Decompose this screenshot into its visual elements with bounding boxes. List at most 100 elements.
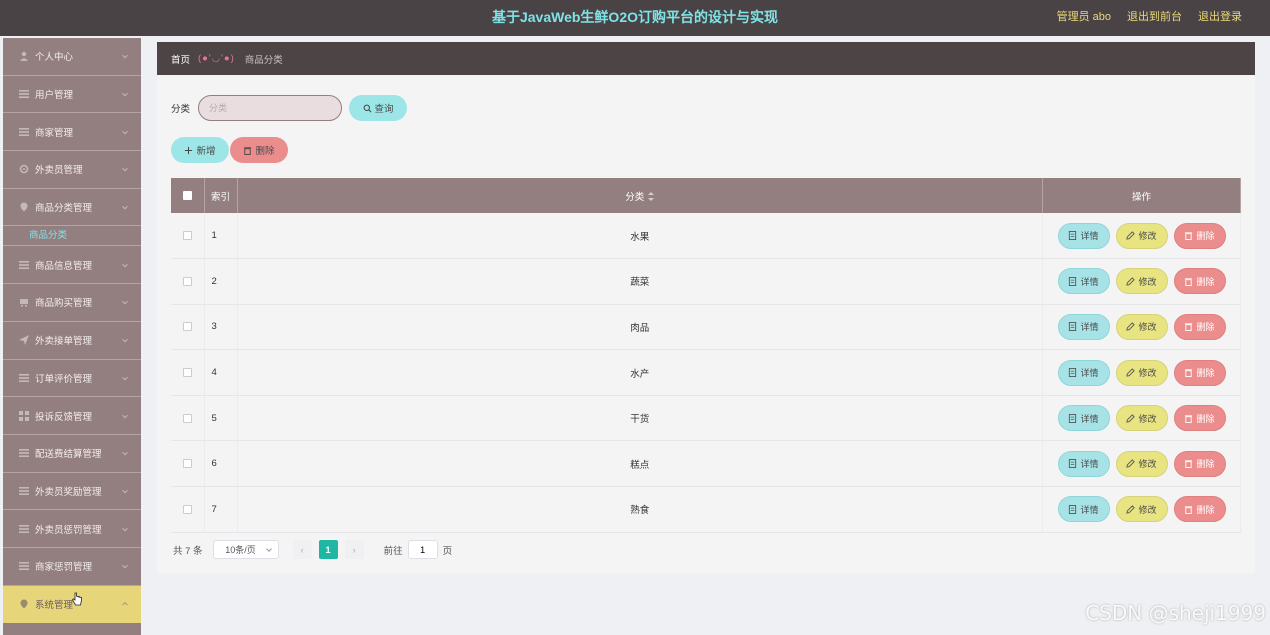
detail-button[interactable]: 详情	[1057, 268, 1110, 295]
page-jump-input[interactable]	[407, 540, 438, 559]
pagination: 共 7 条 10条/页 ‹ 1 › 前往 页	[173, 540, 452, 559]
detail-button[interactable]: 详情	[1057, 496, 1110, 523]
sidebar-item-merchant-management[interactable]: 商家管理	[3, 113, 141, 152]
breadcrumb-home[interactable]: 首页	[171, 52, 190, 66]
prev-page-button[interactable]: ‹	[292, 540, 312, 559]
edit-button-label: 修改	[1138, 368, 1157, 379]
delete-button[interactable]: 删除	[1173, 405, 1226, 432]
row-actions: 详情 修改 删除	[1042, 440, 1241, 488]
detail-button[interactable]: 详情	[1057, 313, 1110, 340]
detail-button[interactable]: 详情	[1057, 405, 1110, 432]
sidebar-item-label: 系统管理	[35, 600, 74, 612]
list-icon	[19, 486, 29, 496]
table-row: 1 水果 详情 修改 删除	[171, 213, 1241, 260]
sidebar-item-user-management[interactable]: 用户管理	[3, 76, 141, 114]
row-actions: 详情 修改 删除	[1042, 395, 1241, 442]
column-header-actions: 操作	[1042, 178, 1241, 213]
delete-button[interactable]: 删除	[1173, 359, 1226, 386]
batch-delete-button-label: 删除	[255, 146, 275, 157]
sidebar-item-label: 商品信息管理	[35, 260, 93, 272]
chevron-down-icon	[122, 203, 128, 210]
batch-delete-button[interactable]: 删除	[230, 137, 288, 163]
add-button[interactable]: 新增	[171, 137, 229, 163]
edit-button[interactable]: 修改	[1115, 405, 1168, 432]
sidebar-item-product-info-management[interactable]: 商品信息管理	[3, 246, 141, 285]
column-header-category[interactable]: 分类	[237, 178, 1043, 213]
chevron-down-icon	[122, 53, 128, 59]
sidebar-item-order-review-management[interactable]: 订单评价管理	[3, 360, 141, 398]
top-bar-actions: 管理员 abo 退出到前台 退出登录	[1057, 0, 1242, 36]
select-all-checkbox[interactable]	[182, 190, 192, 200]
column-header-index: 索引	[204, 178, 238, 213]
detail-button[interactable]: 详情	[1057, 450, 1110, 477]
edit-button[interactable]: 修改	[1115, 496, 1168, 523]
chevron-down-icon	[265, 546, 272, 552]
row-checkbox[interactable]	[182, 413, 192, 423]
query-button-label: 查询	[374, 104, 394, 115]
sidebar-item-courier-reward-management[interactable]: 外卖员奖励管理	[3, 473, 141, 511]
sidebar-item-courier-management[interactable]: 外卖员管理	[3, 151, 141, 189]
row-actions: 详情 修改 删除	[1042, 258, 1241, 305]
list-icon	[19, 561, 29, 571]
table-row: 2 蔬菜 详情 修改 删除	[171, 258, 1241, 305]
sidebar-item-product-purchase-management[interactable]: 商品购买管理	[3, 284, 141, 322]
row-actions: 详情 修改 删除	[1042, 486, 1241, 533]
chevron-down-icon	[122, 487, 128, 494]
table-header-row: 索引 分类 操作	[171, 178, 1241, 213]
page-size-select[interactable]: 10条/页	[212, 540, 279, 559]
edit-button[interactable]: 修改	[1115, 450, 1168, 477]
plus-icon	[185, 146, 193, 154]
submenu-item-category[interactable]: 商品分类	[3, 226, 141, 247]
list-icon	[19, 448, 29, 458]
chevron-down-icon	[122, 299, 128, 305]
cart-icon	[19, 297, 29, 308]
row-checkbox[interactable]	[182, 368, 192, 378]
top-bar: 基于JavaWeb生鲜O2O订购平台的设计与实现 管理员 abo 退出到前台 退…	[0, 0, 1270, 36]
delete-button-label: 删除	[1196, 322, 1215, 333]
sidebar-item-order-taking-management[interactable]: 外卖接单管理	[3, 322, 141, 360]
edit-button-label: 修改	[1138, 459, 1157, 470]
sidebar-item-complaint-management[interactable]: 投诉反馈管理	[3, 397, 141, 435]
sidebar-item-merchant-penalty-management[interactable]: 商家惩罚管理	[3, 548, 141, 586]
sort-icon[interactable]	[648, 192, 655, 202]
exit-to-front-link[interactable]: 退出到前台	[1127, 0, 1182, 36]
logout-link[interactable]: 退出登录	[1198, 0, 1242, 36]
delete-button[interactable]: 删除	[1173, 268, 1226, 295]
delete-button[interactable]: 删除	[1173, 222, 1226, 249]
row-checkbox[interactable]	[182, 276, 192, 286]
edit-button[interactable]: 修改	[1115, 359, 1168, 386]
chevron-down-icon	[122, 128, 128, 135]
detail-button[interactable]: 详情	[1057, 359, 1110, 386]
chevron-down-icon	[122, 525, 128, 532]
row-checkbox[interactable]	[182, 322, 192, 332]
next-page-button[interactable]: ›	[344, 540, 364, 559]
edit-button[interactable]: 修改	[1115, 222, 1168, 249]
sidebar-item-label: 商品购买管理	[35, 298, 93, 310]
trash-icon	[1185, 506, 1193, 514]
edit-button[interactable]: 修改	[1115, 313, 1168, 340]
page-number-current[interactable]: 1	[318, 540, 338, 559]
sidebar-item-category-management[interactable]: 商品分类管理	[3, 189, 141, 227]
detail-button[interactable]: 详情	[1057, 222, 1110, 249]
page-jump-suffix: 页	[442, 545, 453, 557]
sidebar-item-personal-center[interactable]: 个人中心	[3, 38, 141, 76]
row-checkbox[interactable]	[182, 459, 192, 469]
add-button-label: 新增	[196, 146, 216, 157]
chevron-left-icon: ‹	[300, 544, 304, 555]
row-checkbox[interactable]	[182, 231, 192, 241]
detail-button-label: 详情	[1080, 322, 1099, 333]
query-button[interactable]: 查询	[349, 95, 408, 121]
edit-button-label: 修改	[1138, 504, 1157, 515]
detail-button-label: 详情	[1080, 413, 1099, 424]
category-search-input[interactable]	[198, 95, 343, 121]
sidebar-item-delivery-fee-management[interactable]: 配送费结算管理	[3, 435, 141, 473]
delete-button[interactable]: 删除	[1173, 450, 1226, 477]
gear-icon	[19, 164, 29, 174]
row-actions: 详情 修改 删除	[1042, 304, 1241, 351]
chevron-up-icon	[122, 602, 128, 609]
edit-button[interactable]: 修改	[1115, 268, 1168, 295]
row-checkbox[interactable]	[182, 504, 192, 514]
sidebar-item-courier-penalty-management[interactable]: 外卖员惩罚管理	[3, 510, 141, 548]
delete-button[interactable]: 删除	[1173, 496, 1226, 523]
delete-button[interactable]: 删除	[1173, 313, 1226, 340]
